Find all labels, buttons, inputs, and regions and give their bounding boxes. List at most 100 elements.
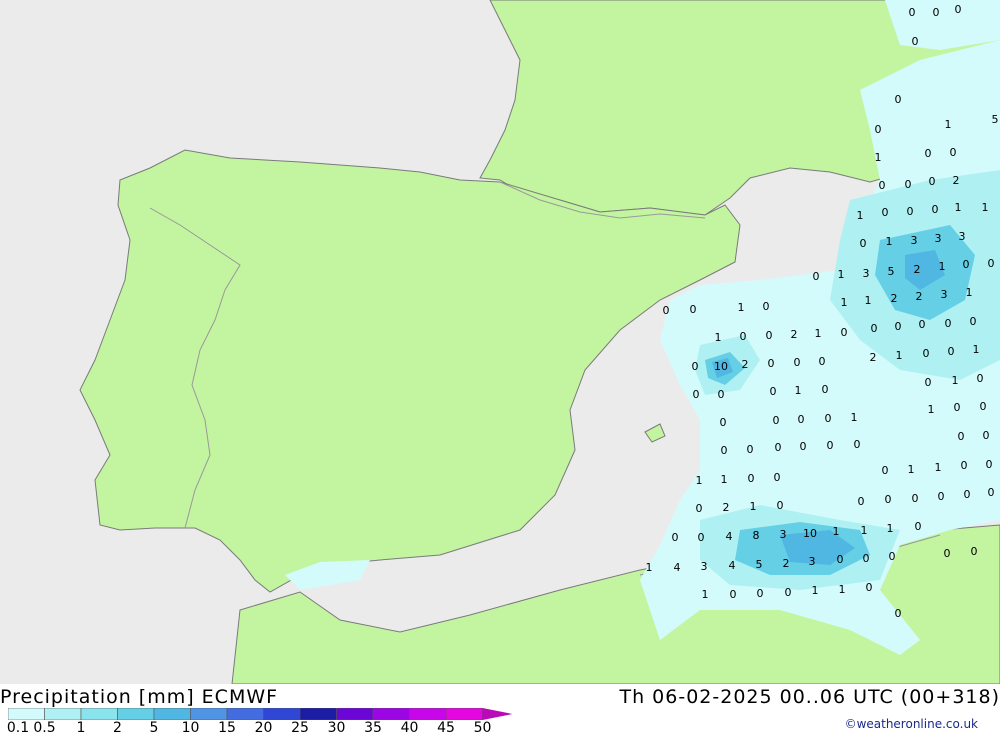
- legend-swatch: [445, 708, 483, 720]
- precip-value: 0: [988, 257, 995, 270]
- precip-value: 0: [825, 412, 832, 425]
- precip-value: 0: [971, 545, 978, 558]
- precip-value: 0: [721, 444, 728, 457]
- precip-value: 0: [889, 550, 896, 563]
- precip-value: 1: [861, 524, 868, 537]
- precip-value: 3: [701, 560, 708, 573]
- precip-value: 0: [785, 586, 792, 599]
- precip-value: 1: [857, 209, 864, 222]
- precip-value: 0: [933, 6, 940, 19]
- precip-value: 0: [774, 471, 781, 484]
- legend-label: 20: [254, 720, 273, 736]
- precip-value: 1: [908, 463, 915, 476]
- precip-value: 4: [726, 530, 733, 543]
- legend-swatch: [226, 708, 264, 720]
- precip-value: 0: [964, 488, 971, 501]
- legend-label: 30: [327, 720, 346, 736]
- precip-value: 0: [950, 146, 957, 159]
- precip-value: 1: [795, 384, 802, 397]
- precip-value: 0: [945, 317, 952, 330]
- precip-value: 0: [882, 206, 889, 219]
- precip-value: 1: [646, 561, 653, 574]
- precip-value: 1: [875, 151, 882, 164]
- precip-value: 1: [955, 201, 962, 214]
- precip-value: 0: [800, 440, 807, 453]
- precip-value: 4: [674, 561, 681, 574]
- precip-value: 0: [958, 430, 965, 443]
- precip-value: 0: [909, 6, 916, 19]
- precip-value: 1: [935, 461, 942, 474]
- precip-value: 0: [773, 414, 780, 427]
- legend-label: 0.1: [6, 720, 30, 736]
- precip-value: 0: [841, 326, 848, 339]
- precip-value: 0: [693, 388, 700, 401]
- precip-value: 1: [750, 500, 757, 513]
- precip-value: 0: [932, 203, 939, 216]
- precip-value: 0: [885, 493, 892, 506]
- precip-value: 2: [791, 328, 798, 341]
- precip-value: 0: [757, 587, 764, 600]
- legend-swatch: [409, 708, 447, 720]
- precip-value: 0: [813, 270, 820, 283]
- precip-value: 1: [702, 588, 709, 601]
- legend-label: 45: [437, 720, 455, 736]
- legend-swatch: [80, 708, 118, 720]
- precip-value: 0: [763, 300, 770, 313]
- precip-value: 1: [973, 343, 980, 356]
- precip-value: 0: [875, 123, 882, 136]
- precip-value: 0: [977, 372, 984, 385]
- precip-value: 0: [775, 441, 782, 454]
- precip-value: 10: [803, 527, 817, 540]
- precip-value: 2: [870, 351, 877, 364]
- legend-swatch: [44, 708, 82, 720]
- precip-value: 0: [770, 385, 777, 398]
- precip-value: 0: [858, 495, 865, 508]
- legend-label: 0.5: [33, 720, 56, 736]
- precip-value: 2: [891, 292, 898, 305]
- precip-value: 0: [925, 147, 932, 160]
- precip-value: 0: [938, 490, 945, 503]
- precip-value: 0: [768, 357, 775, 370]
- precip-value: 2: [916, 290, 923, 303]
- precip-value: 0: [866, 581, 873, 594]
- legend-swatch: [190, 708, 228, 720]
- precip-value: 0: [863, 552, 870, 565]
- legend-label: 35: [364, 720, 382, 736]
- precip-value: 0: [696, 502, 703, 515]
- legend-swatch: [372, 708, 410, 720]
- precip-value: 3: [941, 288, 948, 301]
- legend-label: 10: [181, 720, 200, 736]
- precip-value: 2: [953, 174, 960, 187]
- map-title: Precipitation [mm] ECMWF: [0, 686, 279, 708]
- precip-value: 3: [809, 555, 816, 568]
- legend-colorbar: [8, 708, 513, 720]
- legend-label: 5: [149, 720, 159, 736]
- precip-value: 8: [753, 529, 760, 542]
- precip-value: 1: [887, 522, 894, 535]
- precip-value: 3: [863, 267, 870, 280]
- precip-value: 0: [895, 93, 902, 106]
- precip-value: 0: [980, 400, 987, 413]
- precip-value: 5: [888, 265, 895, 278]
- precip-area-light-north: [885, 0, 1000, 50]
- valid-time: Th 06-02-2025 00..06 UTC (00+318): [619, 686, 1000, 708]
- precip-value: 5: [756, 558, 763, 571]
- precip-value: 0: [822, 383, 829, 396]
- precip-value: 0: [882, 464, 889, 477]
- precip-value: 1: [838, 268, 845, 281]
- precip-value: 0: [895, 607, 902, 620]
- footer: Precipitation [mm] ECMWF Th 06-02-2025 0…: [0, 684, 1000, 736]
- precip-value: 0: [819, 355, 826, 368]
- precip-value: 2: [723, 501, 730, 514]
- precip-value: 4: [729, 559, 736, 572]
- legend-swatch: [117, 708, 155, 720]
- precip-value: 1: [939, 260, 946, 273]
- precip-value: 0: [692, 360, 699, 373]
- precip-value: 0: [988, 486, 995, 499]
- precip-value: 0: [961, 459, 968, 472]
- precip-value: 1: [841, 296, 848, 309]
- precip-value: 0: [895, 320, 902, 333]
- legend-swatch: [482, 708, 513, 720]
- precip-value: 0: [740, 330, 747, 343]
- precip-value: 0: [860, 237, 867, 250]
